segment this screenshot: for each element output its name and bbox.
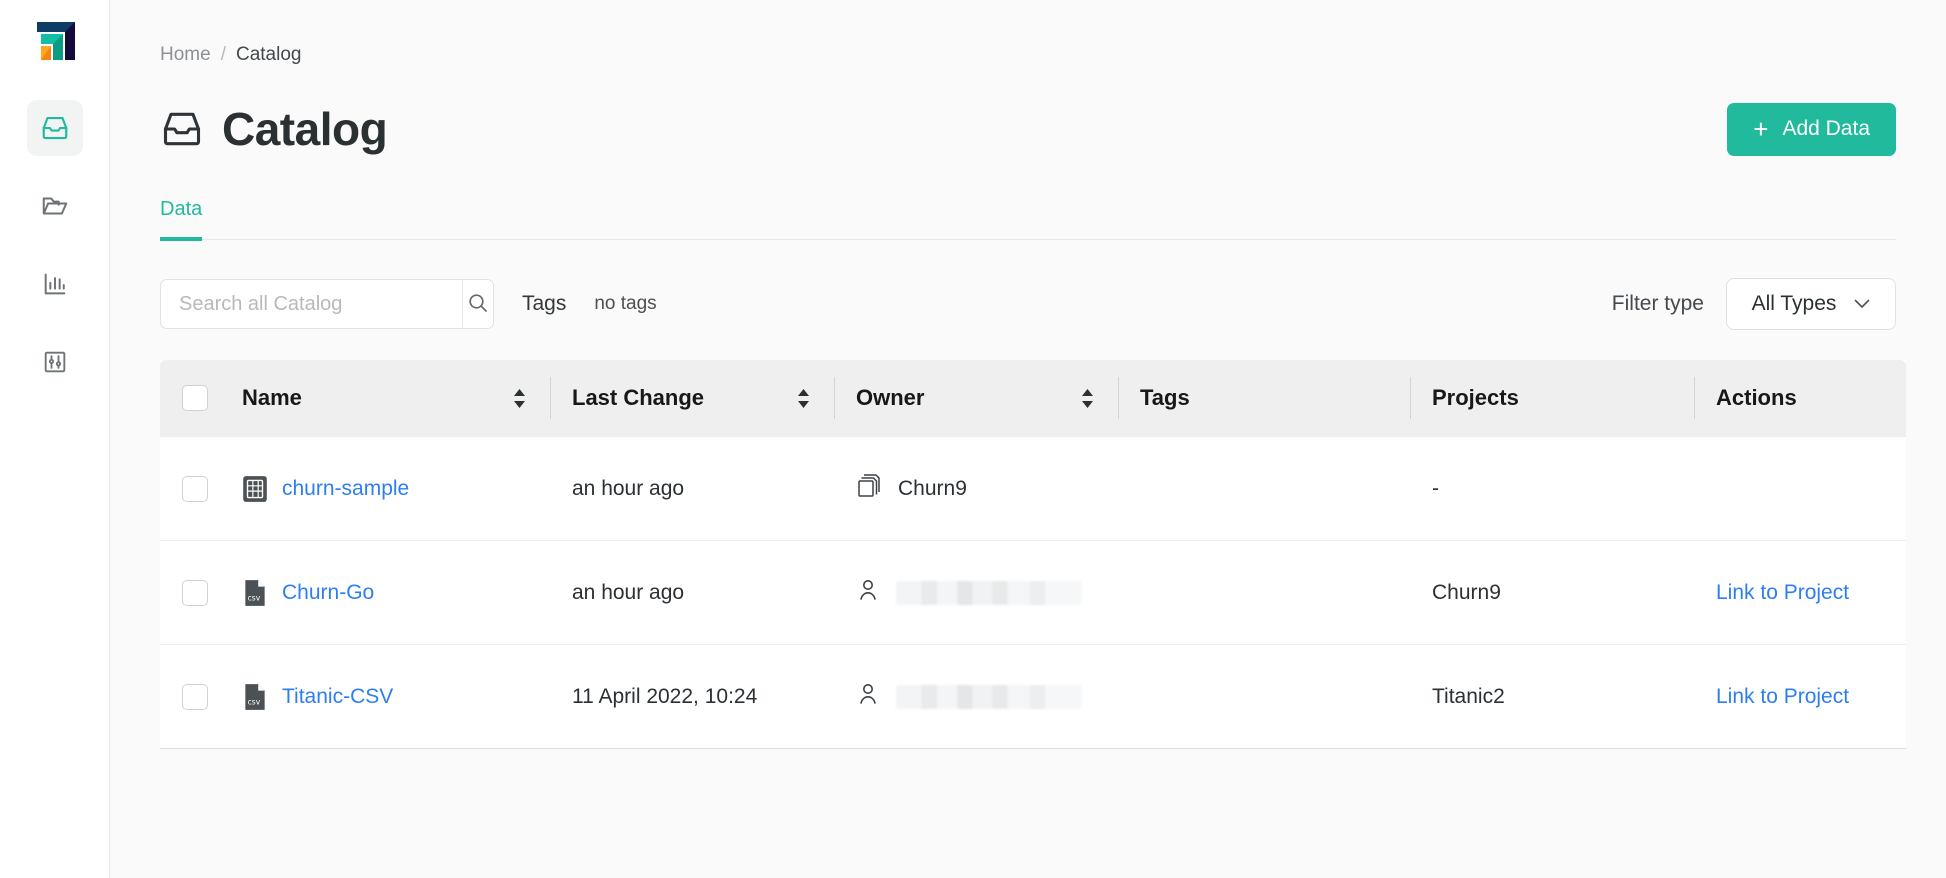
- catalog-table: Name Last Change Owner Tags Projects Act…: [160, 360, 1906, 749]
- table-grid-icon: [242, 474, 268, 504]
- inbox-tray-icon: [160, 107, 204, 151]
- cell-projects: -: [1432, 476, 1439, 500]
- column-header-name[interactable]: Name: [230, 377, 550, 419]
- column-header-projects: Projects: [1410, 377, 1694, 419]
- select-all-checkbox[interactable]: [182, 385, 208, 411]
- column-label-name: Name: [242, 385, 302, 410]
- column-label-owner: Owner: [856, 385, 925, 410]
- csv-file-icon: csv: [242, 578, 268, 608]
- filter-type-select[interactable]: All Types: [1726, 278, 1896, 330]
- sort-icon-last-change[interactable]: [797, 388, 810, 408]
- sliders-icon: [41, 348, 69, 376]
- person-icon: [856, 681, 880, 713]
- page-header: Catalog + Add Data: [160, 102, 1896, 156]
- column-label-last-change: Last Change: [572, 385, 705, 410]
- table-row[interactable]: csv Churn-Go an hour ago Churn9 Link to …: [160, 540, 1906, 644]
- cell-owner: [834, 681, 1118, 713]
- filter-type-label: Filter type: [1611, 292, 1704, 315]
- sort-icon-name[interactable]: [513, 388, 526, 408]
- table-row[interactable]: csv Titanic-CSV 11 April 2022, 10:24 Tit…: [160, 644, 1906, 748]
- row-checkbox[interactable]: [182, 579, 208, 606]
- svg-text:csv: csv: [248, 697, 261, 706]
- toolbar: Tags no tags Filter type All Types: [160, 278, 1896, 330]
- person-icon: [856, 577, 880, 609]
- owner-name-redacted: [896, 580, 1082, 605]
- add-data-label: Add Data: [1782, 117, 1870, 140]
- cell-actions: Link to Project: [1694, 581, 1906, 605]
- tags-value[interactable]: no tags: [594, 293, 656, 315]
- row-checkbox[interactable]: [182, 475, 208, 502]
- inbox-tray-icon: [40, 113, 70, 143]
- dataset-link[interactable]: Churn-Go: [282, 581, 374, 605]
- search-button[interactable]: [462, 280, 493, 328]
- select-all-cell: [160, 385, 230, 411]
- company-logo[interactable]: [27, 14, 83, 70]
- sidebar-item-analytics[interactable]: [27, 256, 83, 312]
- add-data-button[interactable]: + Add Data: [1727, 102, 1896, 156]
- svg-text:csv: csv: [248, 593, 261, 602]
- column-header-actions: Actions: [1694, 377, 1906, 419]
- main-content: Home / Catalog Catalog + Add Data Data S…: [110, 0, 1946, 878]
- owner-name: Churn9: [898, 476, 967, 500]
- sidebar: [0, 0, 110, 878]
- owner-name-redacted: [896, 684, 1082, 709]
- table-row[interactable]: churn-sample an hour ago Churn9 -: [160, 436, 1906, 540]
- cell-last-change: 11 April 2022, 10:24: [572, 684, 758, 708]
- column-header-last-change[interactable]: Last Change: [550, 377, 834, 419]
- cell-projects: Churn9: [1432, 580, 1501, 604]
- link-to-project-button[interactable]: Link to Project: [1716, 685, 1849, 709]
- column-label-tags: Tags: [1140, 385, 1190, 410]
- column-header-owner[interactable]: Owner: [834, 377, 1118, 419]
- cell-name: churn-sample: [230, 474, 550, 504]
- row-checkbox[interactable]: [182, 683, 208, 710]
- cell-last-change: an hour ago: [572, 476, 685, 500]
- sidebar-item-projects[interactable]: [27, 178, 83, 234]
- toolbar-right: Filter type All Types: [1612, 278, 1896, 330]
- chevron-down-icon: [1854, 296, 1870, 313]
- breadcrumb-catalog[interactable]: Catalog: [236, 44, 302, 66]
- csv-file-icon: csv: [242, 682, 268, 712]
- dataset-link[interactable]: Titanic-CSV: [282, 685, 393, 709]
- plus-icon: +: [1753, 114, 1769, 144]
- stacked-copies-icon: [856, 472, 882, 506]
- page-title-group: Catalog: [160, 102, 388, 156]
- column-label-projects: Projects: [1432, 385, 1519, 410]
- breadcrumb-separator: /: [220, 44, 226, 65]
- sort-icon-owner[interactable]: [1081, 388, 1094, 408]
- tags-label: Tags: [522, 292, 567, 315]
- cell-name: csv Churn-Go: [230, 578, 550, 608]
- row-select-cell: [160, 683, 230, 710]
- breadcrumb: Home / Catalog: [160, 0, 1896, 66]
- folder-icon: [40, 191, 70, 221]
- cell-actions: Link to Project: [1694, 685, 1906, 709]
- search-input[interactable]: [161, 280, 462, 328]
- tab-bar: Data: [160, 198, 1896, 241]
- link-to-project-button[interactable]: Link to Project: [1716, 581, 1849, 605]
- filter-type-value: All Types: [1751, 292, 1837, 315]
- bar-chart-icon: [41, 270, 69, 298]
- page-title: Catalog: [222, 103, 388, 155]
- column-header-tags: Tags: [1118, 377, 1410, 419]
- cell-owner: [834, 577, 1118, 609]
- cell-owner: Churn9: [834, 472, 1118, 506]
- app-root: Home / Catalog Catalog + Add Data Data S…: [0, 0, 1946, 878]
- search-box: [160, 279, 494, 329]
- table-header-row: Name Last Change Owner Tags Projects Act…: [160, 360, 1906, 436]
- column-label-actions: Actions: [1716, 385, 1797, 410]
- cell-last-change: an hour ago: [572, 580, 685, 604]
- cell-name: csv Titanic-CSV: [230, 682, 550, 712]
- cell-projects: Titanic2: [1432, 684, 1505, 708]
- breadcrumb-home[interactable]: Home: [160, 44, 211, 66]
- row-select-cell: [160, 475, 230, 502]
- search-icon: [466, 291, 490, 318]
- dataset-link[interactable]: churn-sample: [282, 477, 409, 501]
- row-select-cell: [160, 579, 230, 606]
- sidebar-item-settings[interactable]: [27, 334, 83, 390]
- tab-data-label: Data: [160, 198, 203, 220]
- tab-data[interactable]: Data: [160, 198, 203, 241]
- toolbar-left: Tags no tags: [160, 279, 657, 329]
- sidebar-item-catalog[interactable]: [26, 100, 83, 156]
